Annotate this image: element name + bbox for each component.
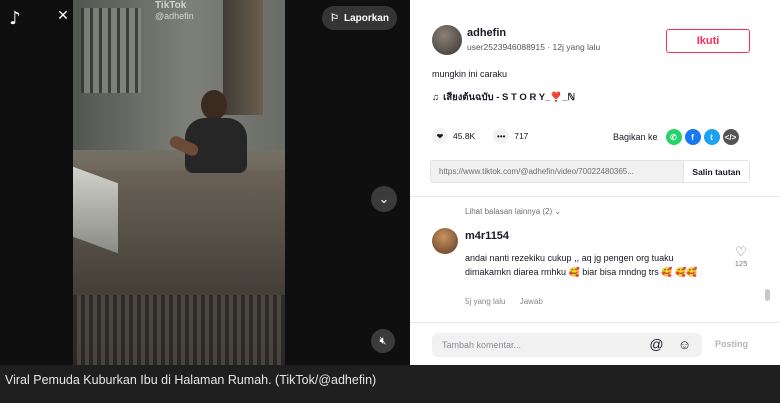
stats-row: ❤ 45.8K ••• 717	[432, 128, 546, 144]
video-link[interactable]: https://www.tiktok.com/@adhefin/video/70…	[431, 161, 683, 182]
video-panel[interactable]: TikTok @adhefin ♪ ✕ ⚐ Laporkan ⌄ 🔇︎	[0, 0, 410, 365]
video-scene-person-head	[201, 90, 227, 120]
more-replies-link[interactable]: Lihat balasan lainnya (2) ⌄	[465, 207, 561, 216]
author-avatar[interactable]	[432, 25, 462, 55]
heart-outline-icon[interactable]: ♡	[730, 245, 752, 259]
close-icon[interactable]: ✕	[56, 8, 70, 22]
video-scene-pillar	[223, 0, 263, 115]
whatsapp-icon[interactable]: ✆	[665, 129, 682, 145]
comment-icon[interactable]: •••	[493, 128, 510, 144]
embed-icon[interactable]: </>	[722, 129, 739, 145]
mute-button[interactable]: 🔇︎	[371, 329, 395, 353]
video-frame[interactable]: TikTok @adhefin	[73, 0, 285, 365]
report-button[interactable]: ⚐ Laporkan	[322, 6, 397, 30]
comment-text: andai nanti rezekiku cukup ,, aq jg peng…	[465, 253, 698, 277]
video-watermark: TikTok @adhefin	[155, 0, 194, 21]
video-scene-bottom	[73, 295, 285, 365]
facebook-icon[interactable]: f	[684, 129, 701, 145]
music-title: เสียงต้นฉบับ - S T O R Y_❣️_ℕ	[443, 92, 576, 103]
mute-icon: 🔇︎	[379, 334, 387, 347]
watermark-user: @adhefin	[155, 11, 194, 21]
comment-meta: 5j yang lalu Jawab	[465, 297, 543, 306]
share-row: Bagikan ke ✆ f t </>	[613, 129, 739, 145]
comment-like[interactable]: ♡ 125	[730, 245, 752, 269]
comment-username[interactable]: m4r1154	[465, 230, 509, 242]
comment-time: 5j yang lalu	[465, 297, 506, 306]
follow-button[interactable]: Ikuti	[666, 29, 750, 53]
music-row[interactable]: ♫ เสียงต้นฉบับ - S T O R Y_❣️_ℕ	[432, 90, 575, 105]
video-scene-grille	[81, 8, 141, 93]
post-comment-button[interactable]: Posting	[715, 339, 748, 349]
twitter-icon[interactable]: t	[703, 129, 720, 145]
share-label: Bagikan ke	[613, 132, 658, 142]
heart-icon[interactable]: ❤	[432, 128, 448, 144]
more-replies-label: Lihat balasan lainnya (2)	[465, 207, 553, 216]
author-username[interactable]: adhefin	[467, 27, 506, 39]
emoji-icon[interactable]: ☺	[676, 336, 693, 353]
next-video-button[interactable]: ⌄	[371, 186, 397, 212]
like-count: 45.8K	[453, 131, 476, 141]
comment-reply-button[interactable]: Jawab	[520, 297, 543, 306]
composer-divider	[410, 322, 780, 323]
copy-link-button[interactable]: Salin tautan	[683, 161, 749, 182]
chevron-down-icon: ⌄	[378, 191, 390, 206]
section-divider	[410, 196, 780, 197]
post-description: mungkin ini caraku	[432, 69, 508, 79]
music-note-icon: ♫	[432, 92, 440, 103]
at-icon[interactable]: @	[648, 336, 665, 353]
screenshot-root: TikTok @adhefin ♪ ✕ ⚐ Laporkan ⌄ 🔇︎ adhe…	[0, 0, 780, 403]
comment-like-count: 125	[734, 259, 748, 268]
report-label: Laporkan	[343, 12, 389, 24]
comment-count: 717	[514, 131, 529, 141]
details-panel: adhefin user2523946088915 · 12j yang lal…	[410, 0, 780, 365]
flag-icon: ⚐	[330, 12, 339, 24]
author-subline: user2523946088915 · 12j yang lalu	[467, 42, 601, 52]
comment-avatar[interactable]	[432, 228, 458, 254]
comments-scrollbar[interactable]	[765, 289, 770, 301]
image-caption: Viral Pemuda Kuburkan Ibu di Halaman Rum…	[5, 373, 377, 387]
tiktok-logo-icon[interactable]: ♪	[4, 8, 26, 30]
watermark-brand: TikTok	[155, 0, 187, 11]
chevron-down-icon: ⌄	[554, 207, 562, 216]
link-box: https://www.tiktok.com/@adhefin/video/70…	[430, 160, 750, 183]
